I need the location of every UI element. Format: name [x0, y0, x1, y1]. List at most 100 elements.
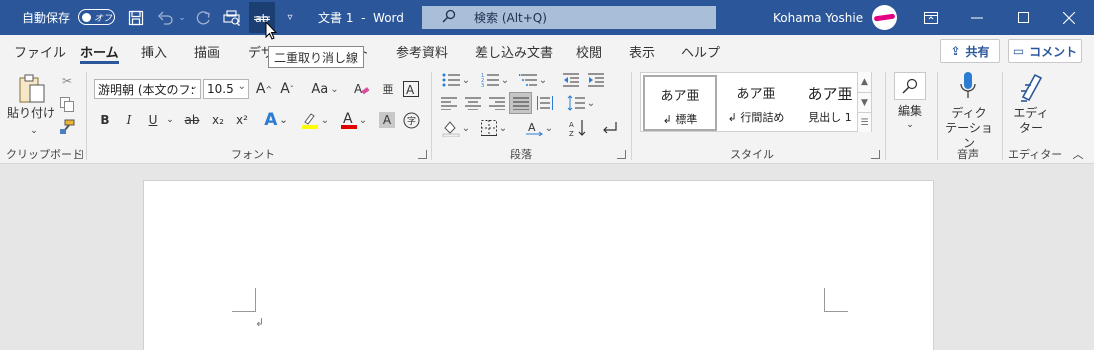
subscript-button[interactable]: x₂ — [207, 110, 229, 130]
styles-gallery: あア亜 ↲ 標準 あア亜 ↲ 行間詰め あア亜 見出し 1 — [640, 72, 872, 132]
avatar[interactable] — [872, 5, 897, 30]
autosave-toggle[interactable]: オフ — [78, 9, 115, 25]
justify-icon[interactable] — [509, 92, 532, 114]
user-name[interactable]: Kohama Yoshie — [773, 0, 863, 35]
styles-scroll-up-icon[interactable]: ▲ — [857, 72, 871, 92]
comments-label: コメント — [1029, 44, 1078, 59]
margin-corner-top-right — [824, 288, 848, 312]
superscript-button[interactable]: x² — [231, 110, 253, 130]
numbering-icon[interactable]: 123 — [478, 70, 512, 90]
svg-text:字: 字 — [407, 115, 416, 127]
decrease-indent-icon[interactable] — [561, 70, 581, 90]
save-icon[interactable] — [124, 0, 148, 35]
font-size-combo[interactable]: 10.5 ⌄ — [203, 79, 249, 99]
svg-text:A: A — [569, 121, 574, 129]
editing-label[interactable]: 編集 — [890, 104, 930, 119]
highlight-color-icon[interactable] — [297, 110, 333, 130]
tab-file[interactable]: ファイル — [14, 35, 66, 68]
style-no-spacing[interactable]: あア亜 ↲ 行間詰め — [719, 75, 793, 131]
styles-group-label: スタイル — [730, 148, 774, 161]
bullets-icon[interactable] — [439, 70, 473, 90]
tab-help[interactable]: ヘルプ — [681, 35, 720, 68]
text-effects-icon[interactable]: A — [260, 110, 292, 130]
copy-icon[interactable] — [58, 95, 76, 113]
styles-more-icon[interactable]: ☰ — [857, 112, 871, 132]
paste-label[interactable]: 貼り付け — [7, 106, 55, 121]
tab-draw[interactable]: 描画 — [194, 35, 220, 68]
bold-button[interactable]: B — [95, 110, 115, 130]
editing-dropdown-icon[interactable]: ⌄ — [904, 120, 916, 130]
redo-icon[interactable] — [192, 0, 216, 35]
cut-icon[interactable]: ✂ — [58, 72, 76, 90]
strikethrough-button[interactable]: ab — [180, 110, 204, 130]
svg-text:3: 3 — [481, 83, 484, 87]
clipboard-dialog-launcher-icon[interactable] — [74, 150, 83, 159]
minimize-icon[interactable] — [954, 0, 1000, 35]
maximize-icon[interactable] — [1000, 0, 1046, 35]
undo-dropdown-icon[interactable]: ⌄ — [176, 0, 188, 35]
share-button[interactable]: ⇪ 共有 — [940, 39, 1000, 63]
align-center-icon[interactable] — [463, 93, 483, 113]
underline-dropdown-icon[interactable]: ⌄ — [164, 110, 176, 130]
separator — [937, 72, 938, 160]
paragraph-dialog-launcher-icon[interactable] — [617, 150, 626, 159]
style-normal[interactable]: あア亜 ↲ 標準 — [643, 75, 717, 131]
comments-button[interactable]: ▭ コメント — [1008, 39, 1082, 63]
search-editing-icon[interactable] — [894, 72, 926, 100]
distributed-icon[interactable] — [535, 93, 555, 113]
enclose-characters-icon[interactable]: 字 — [401, 110, 421, 130]
autosave-state: オフ — [94, 13, 113, 24]
document-page[interactable]: ↲ — [143, 180, 934, 350]
tab-review[interactable]: 校閲 — [576, 35, 602, 68]
tab-references[interactable]: 参考資料 — [396, 35, 448, 68]
microphone-icon[interactable] — [956, 70, 980, 102]
grow-font-icon[interactable]: A ^ — [254, 79, 274, 99]
font-size-dropdown-icon: ⌄ — [237, 81, 246, 92]
font-dialog-launcher-icon[interactable] — [418, 150, 427, 159]
phonetic-guide-icon[interactable]: 亜 — [378, 79, 398, 99]
italic-button[interactable]: I — [119, 110, 139, 130]
styles-dialog-launcher-icon[interactable] — [871, 150, 880, 159]
underline-button[interactable]: U — [143, 110, 163, 130]
editor-button[interactable]: エディ ター — [1007, 106, 1055, 136]
increase-indent-icon[interactable] — [586, 70, 606, 90]
dictate-button[interactable]: ディク テーション — [941, 106, 997, 151]
multilevel-list-icon[interactable] — [516, 70, 550, 90]
line-spacing-icon[interactable] — [564, 93, 598, 113]
change-case-icon[interactable]: Aa — [307, 79, 343, 99]
ribbon-display-options-icon[interactable] — [908, 0, 954, 35]
clear-formatting-icon[interactable]: A — [352, 79, 372, 99]
customize-qat-icon[interactable]: ▿ — [280, 0, 300, 35]
font-name-combo[interactable]: 游明朝 (本文のフ: ⌄ — [94, 79, 201, 99]
tab-view[interactable]: 表示 — [629, 35, 655, 68]
editor-pen-icon[interactable] — [1016, 70, 1046, 104]
tab-home[interactable]: ホーム — [80, 35, 119, 68]
sort-icon[interactable]: AZ — [568, 118, 588, 138]
borders-icon[interactable] — [477, 118, 511, 138]
align-left-icon[interactable] — [439, 93, 459, 113]
search-box[interactable]: 検索 (Alt+Q) — [422, 6, 716, 29]
font-color-icon[interactable]: A — [337, 110, 371, 130]
text-direction-icon[interactable]: A — [522, 118, 556, 138]
undo-icon[interactable] — [154, 0, 178, 35]
styles-scroll-down-icon[interactable]: ▼ — [857, 92, 871, 112]
font-group-label: フォント — [231, 148, 275, 161]
shrink-font-icon[interactable]: Aˇ — [277, 79, 297, 99]
share-icon: ⇪ — [950, 44, 961, 58]
paste-icon[interactable] — [14, 72, 50, 106]
character-shading-icon[interactable]: A — [377, 110, 397, 130]
style-heading-1[interactable]: あア亜 見出し 1 — [793, 75, 867, 131]
show-formatting-marks-icon[interactable] — [597, 118, 621, 138]
paragraph-mark-icon: ↲ — [255, 316, 265, 329]
format-painter-icon[interactable] — [58, 118, 76, 136]
tab-mailings[interactable]: 差し込み文書 — [475, 35, 553, 68]
paste-dropdown-icon[interactable]: ⌄ — [28, 126, 40, 136]
shading-icon[interactable] — [439, 118, 473, 138]
close-icon[interactable] — [1046, 0, 1092, 35]
character-border-icon[interactable]: A — [401, 79, 421, 99]
autosave-label: 自動保存 — [22, 11, 71, 25]
print-preview-icon[interactable] — [220, 0, 244, 35]
collapse-ribbon-icon[interactable]: ︿ — [1070, 148, 1086, 161]
align-right-icon[interactable] — [487, 93, 507, 113]
tab-insert[interactable]: 挿入 — [141, 35, 167, 68]
